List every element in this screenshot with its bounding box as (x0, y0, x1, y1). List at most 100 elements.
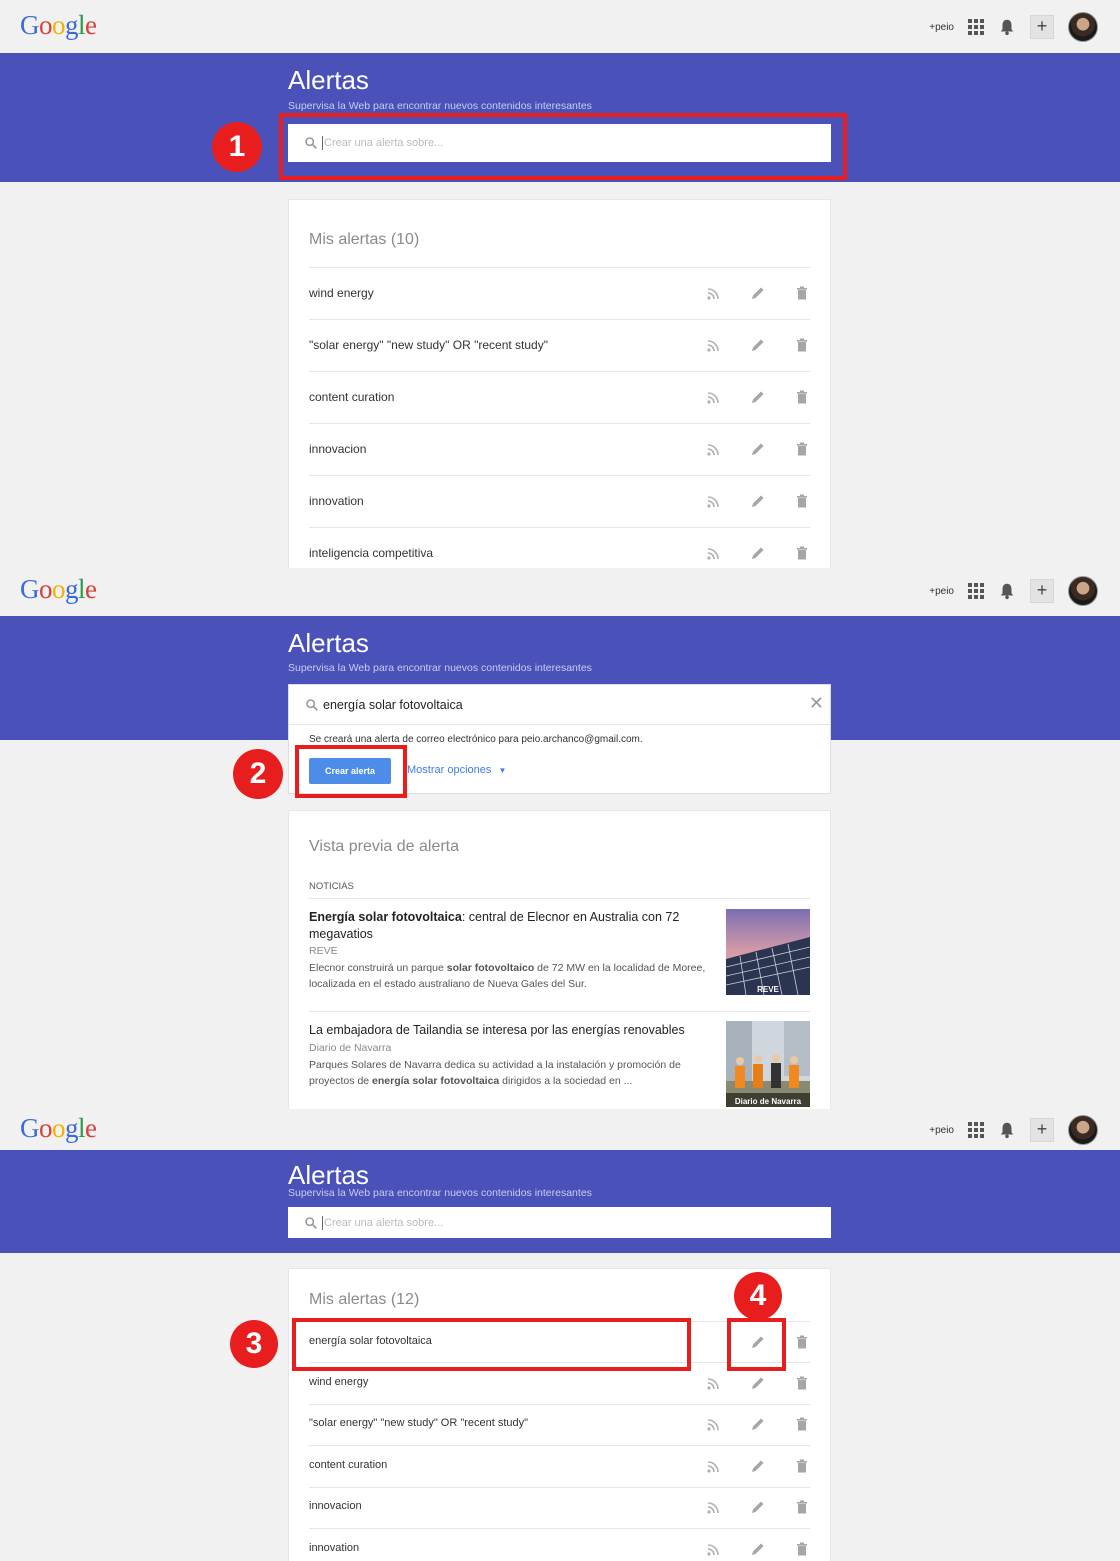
pencil-icon[interactable] (750, 1499, 766, 1515)
user-link[interactable]: +peio (929, 22, 954, 33)
news-thumbnail[interactable]: Diario de Navarra (726, 1021, 810, 1107)
search-input[interactable]: energía solar fotovoltaica ✕ (289, 685, 830, 725)
rss-icon[interactable] (706, 493, 722, 509)
rss-icon[interactable] (706, 1416, 722, 1432)
alert-query[interactable]: "solar energy" "new study" OR "recent st… (309, 338, 548, 352)
user-link[interactable]: +peio (929, 1125, 954, 1136)
rss-icon[interactable] (706, 1375, 722, 1391)
show-options-label: Mostrar opciones (407, 764, 492, 776)
pencil-icon[interactable] (750, 1375, 766, 1391)
news-thumbnail[interactable]: REVE (726, 909, 810, 995)
rss-icon[interactable] (706, 1541, 722, 1557)
trash-icon[interactable] (794, 1375, 810, 1391)
pencil-icon[interactable] (750, 441, 766, 457)
pencil-icon[interactable] (750, 389, 766, 405)
alert-query[interactable]: innovacion (309, 1500, 362, 1512)
snippet-post: dirigidos a la sociedad en ... (499, 1075, 633, 1087)
alert-query[interactable]: content curation (309, 1459, 387, 1471)
rss-icon[interactable] (706, 285, 722, 301)
show-options-link[interactable]: Mostrar opciones ▼ (407, 764, 506, 776)
alert-row[interactable]: innovacion (309, 423, 810, 476)
apps-grid-icon[interactable] (968, 583, 984, 599)
alert-row[interactable]: "solar energy" "new study" OR "recent st… (309, 319, 810, 372)
top-bar: Google +peio + (0, 0, 1120, 53)
bell-icon[interactable] (998, 1121, 1016, 1139)
trash-icon[interactable] (794, 1541, 810, 1557)
alert-query[interactable]: wind energy (309, 1376, 368, 1388)
chevron-down-icon: ▼ (498, 766, 507, 775)
alert-query[interactable]: innovation (309, 494, 364, 508)
pencil-icon[interactable] (750, 1416, 766, 1432)
pencil-icon[interactable] (750, 1458, 766, 1474)
trash-icon[interactable] (794, 285, 810, 301)
apps-grid-icon[interactable] (968, 19, 984, 35)
alert-row[interactable]: innovacion (309, 1486, 810, 1529)
trash-icon[interactable] (794, 389, 810, 405)
alert-row[interactable]: innovation (309, 1528, 810, 1561)
rss-icon[interactable] (706, 1458, 722, 1474)
rss-icon[interactable] (706, 441, 722, 457)
plus-icon[interactable]: + (1030, 579, 1054, 603)
alert-query[interactable]: content curation (309, 390, 394, 404)
pencil-icon[interactable] (750, 285, 766, 301)
step-badge-1: 1 (212, 122, 262, 172)
news-snippet: Parques Solares de Navarra dedica su act… (309, 1057, 709, 1089)
plus-icon[interactable]: + (1030, 1118, 1054, 1142)
rss-icon[interactable] (706, 337, 722, 353)
alert-query[interactable]: inteligencia competitiva (309, 546, 433, 560)
pencil-icon[interactable] (750, 1541, 766, 1557)
bell-icon[interactable] (998, 18, 1016, 36)
google-logo[interactable]: Google (20, 1113, 97, 1144)
alert-row[interactable]: wind energy (309, 267, 810, 320)
top-bar: Google +peio + (0, 568, 1120, 621)
apps-grid-icon[interactable] (968, 1122, 984, 1138)
trash-icon[interactable] (794, 1334, 810, 1350)
trash-icon[interactable] (794, 1458, 810, 1474)
pencil-icon[interactable] (750, 493, 766, 509)
alert-row[interactable]: inteligencia competitiva (309, 527, 810, 568)
alert-row[interactable]: content curation (309, 1445, 810, 1487)
alert-row[interactable]: innovation (309, 475, 810, 528)
logo-letter: G (20, 1113, 40, 1143)
page-subtitle: Supervisa la Web para encontrar nuevos c… (288, 100, 592, 112)
avatar[interactable] (1068, 12, 1098, 42)
rss-icon[interactable] (706, 1499, 722, 1515)
news-title[interactable]: Energía solar fotovoltaica: central de E… (309, 909, 709, 943)
news-item[interactable]: Energía solar fotovoltaica: central de E… (289, 899, 830, 1011)
trash-icon[interactable] (794, 337, 810, 353)
trash-icon[interactable] (794, 441, 810, 457)
plus-icon[interactable]: + (1030, 15, 1054, 39)
pencil-icon[interactable] (750, 545, 766, 561)
avatar[interactable] (1068, 576, 1098, 606)
logo-letter: l (78, 574, 86, 604)
alert-row[interactable]: content curation (309, 371, 810, 424)
bell-icon[interactable] (998, 582, 1016, 600)
user-link[interactable]: +peio (929, 586, 954, 597)
trash-icon[interactable] (794, 1416, 810, 1432)
trash-icon[interactable] (794, 545, 810, 561)
alert-row[interactable]: "solar energy" "new study" OR "recent st… (309, 1403, 810, 1446)
rss-icon[interactable] (706, 389, 722, 405)
rss-icon[interactable] (706, 545, 722, 561)
trash-icon[interactable] (794, 1499, 810, 1515)
news-title[interactable]: La embajadora de Tailandia se interesa p… (309, 1022, 709, 1039)
logo-letter: o (52, 1113, 66, 1143)
google-logo[interactable]: Google (20, 574, 97, 605)
alert-query[interactable]: innovacion (309, 442, 366, 456)
alert-query[interactable]: "solar energy" "new study" OR "recent st… (309, 1417, 528, 1429)
alert-query[interactable]: wind energy (309, 286, 374, 300)
panel-step-2: Google +peio + Alertas Supervisa la Web … (0, 568, 1120, 1109)
search-input[interactable]: Crear una alerta sobre... (288, 1207, 831, 1238)
logo-letter: l (78, 10, 86, 40)
clear-icon[interactable]: ✕ (809, 693, 824, 714)
google-logo[interactable]: Google (20, 10, 97, 41)
highlight-new-alert (292, 1318, 691, 1371)
alert-query[interactable]: innovation (309, 1542, 359, 1554)
avatar[interactable] (1068, 1115, 1098, 1145)
pencil-icon[interactable] (750, 337, 766, 353)
trash-icon[interactable] (794, 493, 810, 509)
news-item[interactable]: La embajadora de Tailandia se interesa p… (289, 1012, 830, 1109)
my-alerts-label: Mis alertas (309, 231, 387, 248)
highlight-edit-icon (727, 1318, 786, 1371)
page-title: Alertas (288, 65, 369, 95)
